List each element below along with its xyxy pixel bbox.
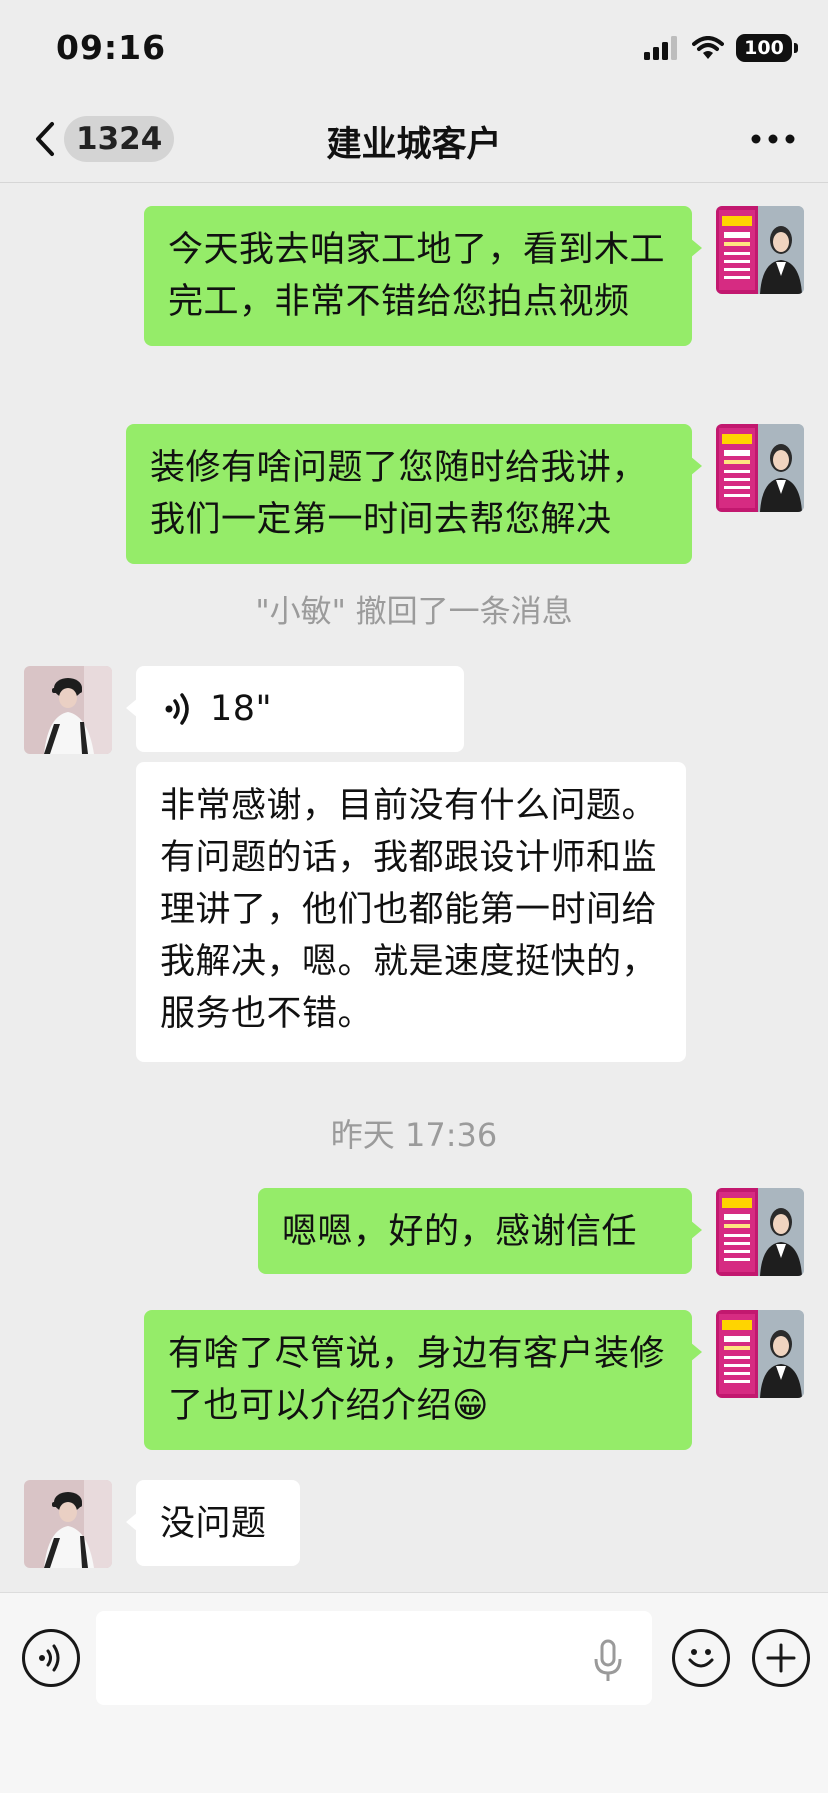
unread-count-badge[interactable]: 1324: [64, 116, 175, 162]
back-chevron-icon[interactable]: [26, 114, 66, 164]
contact-avatar[interactable]: [24, 666, 112, 754]
status-icons: 100: [644, 34, 798, 62]
contact-avatar[interactable]: [24, 1480, 112, 1568]
mic-icon[interactable]: [592, 1639, 624, 1683]
signal-icon: [644, 36, 677, 60]
input-bar: [0, 1592, 828, 1793]
more-options-icon[interactable]: [748, 122, 798, 156]
message-bubble-sent[interactable]: 有啥了尽管说，身边有客户装修了也可以介绍介绍😁: [144, 1310, 702, 1450]
chat-header: 1324 建业城客户: [0, 96, 828, 183]
message-text: 有啥了尽管说，身边有客户装修了也可以介绍介绍: [168, 1334, 666, 1426]
chat-timestamp: 昨天 17:36: [330, 1116, 498, 1154]
battery-indicator: 100: [736, 34, 798, 62]
plus-icon: [766, 1643, 796, 1673]
my-avatar[interactable]: [716, 1310, 804, 1398]
message-bubble-received[interactable]: 非常感谢，目前没有什么问题。有问题的话，我都跟设计师和监理讲了，他们也都能第一时…: [136, 762, 686, 1062]
emoji-icon: [688, 1649, 714, 1668]
voice-duration: 18": [210, 689, 273, 729]
grinning-emoji-icon: 😁: [452, 1386, 490, 1426]
voice-mode-button[interactable]: [22, 1629, 80, 1687]
status-time: 09:16: [56, 28, 167, 67]
more-actions-button[interactable]: [752, 1629, 810, 1687]
voice-mode-icon: [39, 1644, 60, 1672]
voice-message-bubble[interactable]: 18": [126, 666, 464, 752]
my-avatar[interactable]: [716, 206, 804, 294]
emoji-button[interactable]: [672, 1629, 730, 1687]
my-avatar[interactable]: [716, 1188, 804, 1276]
message-input[interactable]: [96, 1611, 652, 1705]
wifi-icon: [692, 36, 724, 59]
message-bubble-received[interactable]: 没问题: [126, 1480, 300, 1566]
status-bar: 09:16 100: [0, 0, 828, 96]
voice-wave-icon: [165, 693, 189, 725]
message-bubble-sent[interactable]: 装修有啥问题了您随时给我讲，我们一定第一时间去帮您解决: [126, 424, 702, 564]
message-bubble-sent[interactable]: 今天我去咱家工地了，看到木工完工，非常不错给您拍点视频: [144, 206, 702, 346]
message-bubble-sent[interactable]: 嗯嗯，好的，感谢信任: [258, 1188, 702, 1274]
recall-notice: "小敏" 撤回了一条消息: [255, 594, 573, 630]
my-avatar[interactable]: [716, 424, 804, 512]
